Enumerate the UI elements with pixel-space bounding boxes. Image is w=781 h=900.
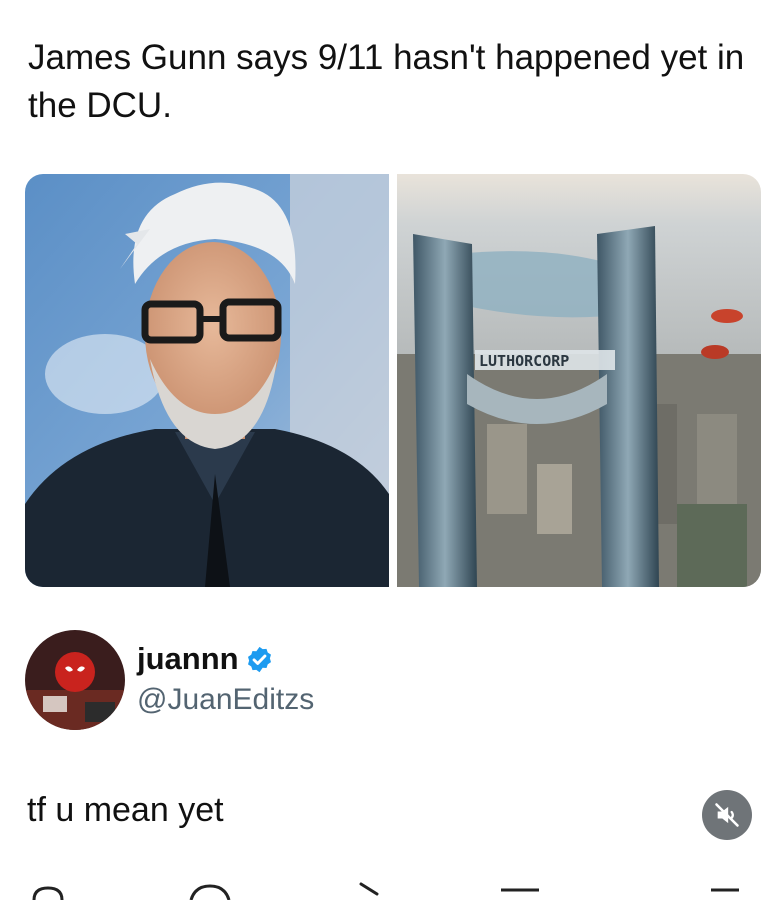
post-headline: James Gunn says 9/11 hasn't happened yet… <box>28 38 745 125</box>
svg-text:LUTHORCORP: LUTHORCORP <box>479 352 569 370</box>
tweet-text: tf u mean yet <box>27 791 224 829</box>
mute-button[interactable] <box>702 790 752 840</box>
like-icon[interactable] <box>355 880 385 900</box>
action-bar <box>0 880 781 900</box>
portrait-photo[interactable] <box>25 174 389 587</box>
towers-photo[interactable]: LUTHORCORP <box>397 174 761 587</box>
reply-icon[interactable] <box>28 880 68 900</box>
verified-badge-icon <box>247 646 271 672</box>
display-name[interactable]: juannn <box>137 640 239 678</box>
speaker-muted-icon <box>715 803 739 827</box>
media-grid[interactable]: LUTHORCORP <box>25 174 761 587</box>
retweet-icon[interactable] <box>185 880 235 900</box>
avatar[interactable] <box>25 630 125 730</box>
quoted-tweet-header[interactable]: juannn @JuanEditzs <box>25 630 314 730</box>
handle[interactable]: @JuanEditzs <box>137 680 314 720</box>
share-icon[interactable] <box>705 880 745 900</box>
bookmark-icon[interactable] <box>495 880 545 900</box>
